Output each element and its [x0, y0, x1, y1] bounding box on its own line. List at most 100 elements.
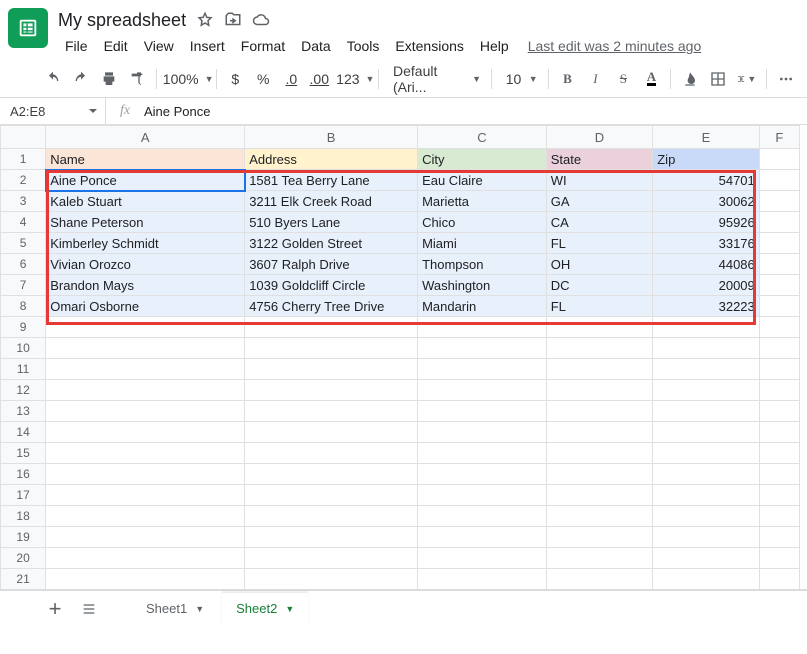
- cell[interactable]: WI: [546, 170, 653, 191]
- menu-extensions[interactable]: Extensions: [388, 34, 470, 58]
- cell[interactable]: [759, 170, 799, 191]
- star-icon[interactable]: [196, 11, 214, 29]
- name-box[interactable]: A2:E8: [0, 98, 106, 124]
- cell[interactable]: [759, 233, 799, 254]
- cell[interactable]: [546, 359, 653, 380]
- row-header[interactable]: 13: [1, 401, 46, 422]
- all-sheets-icon[interactable]: [74, 594, 104, 624]
- cell[interactable]: Chico: [418, 212, 547, 233]
- cell[interactable]: [46, 464, 245, 485]
- italic-button[interactable]: I: [582, 66, 608, 92]
- cell[interactable]: [418, 380, 547, 401]
- cell[interactable]: [653, 464, 760, 485]
- cell[interactable]: [759, 401, 799, 422]
- increase-decimal-icon[interactable]: .00: [306, 66, 332, 92]
- col-header[interactable]: C: [418, 126, 547, 149]
- cell[interactable]: 54701: [653, 170, 760, 191]
- cell[interactable]: [245, 422, 418, 443]
- cell[interactable]: Brandon Mays: [46, 275, 245, 296]
- cell[interactable]: FL: [546, 296, 653, 317]
- row-header[interactable]: 12: [1, 380, 46, 401]
- cell[interactable]: Marietta: [418, 191, 547, 212]
- cell[interactable]: [759, 485, 799, 506]
- cell[interactable]: Name: [46, 149, 245, 170]
- cell[interactable]: [46, 401, 245, 422]
- cell[interactable]: [245, 506, 418, 527]
- menu-data[interactable]: Data: [294, 34, 338, 58]
- percent-icon[interactable]: %: [250, 66, 276, 92]
- text-color-button[interactable]: A: [638, 66, 664, 92]
- row-header[interactable]: 2: [1, 170, 46, 191]
- cell[interactable]: [46, 422, 245, 443]
- cell[interactable]: [418, 569, 547, 590]
- menu-insert[interactable]: Insert: [183, 34, 232, 58]
- merge-cells-icon[interactable]: ▼: [733, 66, 760, 92]
- sheet-tab[interactable]: Sheet1▼: [132, 593, 218, 625]
- cell[interactable]: 20009: [653, 275, 760, 296]
- cell[interactable]: Kimberley Schmidt: [46, 233, 245, 254]
- row-header[interactable]: 8: [1, 296, 46, 317]
- row-header[interactable]: 14: [1, 422, 46, 443]
- cell[interactable]: [653, 338, 760, 359]
- cell[interactable]: [418, 506, 547, 527]
- cell[interactable]: [546, 569, 653, 590]
- cell[interactable]: [759, 317, 799, 338]
- cell[interactable]: DC: [546, 275, 653, 296]
- row-header[interactable]: 1: [1, 149, 46, 170]
- cell[interactable]: 32223: [653, 296, 760, 317]
- menu-edit[interactable]: Edit: [97, 34, 135, 58]
- cell[interactable]: [759, 254, 799, 275]
- cell[interactable]: [759, 443, 799, 464]
- cell[interactable]: [546, 464, 653, 485]
- cell[interactable]: [546, 338, 653, 359]
- cell[interactable]: [653, 527, 760, 548]
- move-icon[interactable]: [224, 11, 242, 29]
- cell[interactable]: Omari Osborne: [46, 296, 245, 317]
- row-header[interactable]: 7: [1, 275, 46, 296]
- cell[interactable]: [46, 506, 245, 527]
- cell[interactable]: [546, 401, 653, 422]
- cell[interactable]: [418, 485, 547, 506]
- row-header[interactable]: 17: [1, 485, 46, 506]
- print-icon[interactable]: [96, 66, 122, 92]
- menu-view[interactable]: View: [137, 34, 181, 58]
- cell[interactable]: [418, 548, 547, 569]
- cell[interactable]: [759, 548, 799, 569]
- cell[interactable]: [245, 464, 418, 485]
- cell[interactable]: 1039 Goldcliff Circle: [245, 275, 418, 296]
- cell[interactable]: GA: [546, 191, 653, 212]
- cell[interactable]: [46, 338, 245, 359]
- cell[interactable]: 3211 Elk Creek Road: [245, 191, 418, 212]
- sheets-logo[interactable]: [8, 8, 48, 48]
- cell[interactable]: 33176: [653, 233, 760, 254]
- sheet-tab[interactable]: Sheet2▼: [222, 593, 308, 625]
- cell[interactable]: [653, 359, 760, 380]
- cell[interactable]: [245, 443, 418, 464]
- cell[interactable]: Thompson: [418, 254, 547, 275]
- cell[interactable]: [245, 527, 418, 548]
- cell[interactable]: FL: [546, 233, 653, 254]
- cell[interactable]: [759, 296, 799, 317]
- cell[interactable]: Zip: [653, 149, 760, 170]
- borders-icon[interactable]: [705, 66, 731, 92]
- cell[interactable]: [759, 464, 799, 485]
- cell[interactable]: 44086: [653, 254, 760, 275]
- cell[interactable]: [759, 569, 799, 590]
- cell[interactable]: [759, 191, 799, 212]
- col-header[interactable]: F: [759, 126, 799, 149]
- cell[interactable]: [245, 338, 418, 359]
- bold-button[interactable]: B: [554, 66, 580, 92]
- row-header[interactable]: 9: [1, 317, 46, 338]
- number-format-select[interactable]: 123▼: [334, 66, 372, 92]
- menu-help[interactable]: Help: [473, 34, 516, 58]
- cell[interactable]: [245, 569, 418, 590]
- cell[interactable]: [418, 338, 547, 359]
- cell[interactable]: [759, 338, 799, 359]
- row-header[interactable]: 19: [1, 527, 46, 548]
- cell[interactable]: [418, 359, 547, 380]
- row-header[interactable]: 18: [1, 506, 46, 527]
- cell[interactable]: [245, 317, 418, 338]
- col-header[interactable]: B: [245, 126, 418, 149]
- row-header[interactable]: 16: [1, 464, 46, 485]
- cell[interactable]: [653, 443, 760, 464]
